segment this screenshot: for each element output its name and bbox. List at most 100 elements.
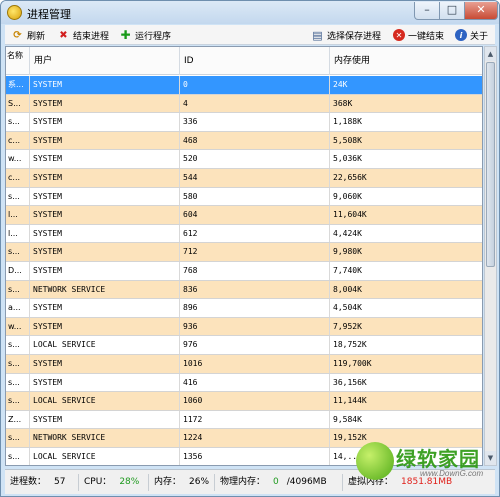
cell-memory: 11,144K: [333, 396, 367, 406]
cell-name: l...: [6, 206, 30, 224]
end-process-button[interactable]: ✖ 结束进程: [57, 27, 109, 43]
table-row[interactable]: s... SYSTEM 712 9,980K: [6, 243, 482, 262]
scroll-up-icon[interactable]: ▲: [485, 47, 496, 61]
column-header-name[interactable]: 名称: [6, 47, 30, 75]
app-icon: [7, 5, 22, 20]
refresh-label: 刷新: [27, 31, 46, 42]
vertical-scrollbar[interactable]: ▲ ▼: [484, 46, 497, 466]
cell-user: SYSTEM: [30, 76, 180, 94]
cell-user: SYSTEM: [30, 373, 180, 392]
table-row[interactable]: 系... SYSTEM 0 24K: [6, 76, 482, 95]
about-icon: i: [455, 29, 467, 41]
cell-user: NETWORK SERVICE: [30, 280, 180, 299]
cell-id: 1172: [180, 410, 330, 429]
table-row[interactable]: s... SYSTEM 1016 119,700K: [6, 354, 482, 374]
table-row[interactable]: s... LOCAL SERVICE 1060 11,144K: [6, 392, 482, 411]
cell-name: s...: [6, 187, 30, 206]
cell-id: 0: [180, 76, 330, 94]
cell-name: c...: [6, 168, 30, 187]
cell-id: 768: [180, 261, 330, 280]
cell-name: S...: [6, 94, 30, 113]
status-memory: 内存： 26%: [149, 474, 215, 491]
about-button[interactable]: i 关于: [455, 27, 488, 43]
cell-name: w...: [6, 150, 30, 168]
cell-user: SYSTEM: [30, 150, 180, 168]
table-row[interactable]: S... SYSTEM 4 368K: [6, 94, 482, 114]
cell-memory: 24K: [333, 80, 348, 89]
memory-value: 26%: [189, 477, 210, 487]
table-row[interactable]: s... SYSTEM 416 36,156K: [6, 373, 482, 393]
refresh-button[interactable]: ⟳ 刷新: [11, 27, 45, 43]
one-click-end-icon: ✕: [393, 29, 405, 41]
cell-memory: 9,980K: [333, 247, 362, 257]
column-header-id[interactable]: ID: [180, 47, 330, 75]
cell-memory: 119,700K: [333, 358, 372, 368]
cell-user: LOCAL SERVICE: [30, 392, 180, 410]
table-header: 名称 用户 ID 内存使用: [6, 47, 482, 75]
table-row[interactable]: Z... SYSTEM 1172 9,584K: [6, 410, 482, 430]
minimize-button[interactable]: –: [414, 2, 440, 20]
cell-id: 612: [180, 224, 330, 243]
end-process-label: 结束进程: [73, 31, 110, 42]
one-click-end-button[interactable]: ✕ 一键结束: [393, 27, 444, 43]
cell-memory: 8,004K: [333, 284, 362, 294]
cell-user: SYSTEM: [30, 168, 180, 187]
table-row[interactable]: s... NETWORK SERVICE 836 8,004K: [6, 280, 482, 300]
maximize-button[interactable]: □: [440, 2, 465, 20]
cell-user: SYSTEM: [30, 224, 180, 243]
table-row[interactable]: D... SYSTEM 768 7,740K: [6, 261, 482, 281]
table-row[interactable]: w... SYSTEM 520 5,036K: [6, 150, 482, 169]
cell-id: 1356: [180, 447, 330, 465]
table-row[interactable]: l... SYSTEM 604 11,604K: [6, 206, 482, 225]
cell-user: LOCAL SERVICE: [30, 447, 180, 465]
cell-memory: 5,036K: [333, 154, 362, 164]
table-row[interactable]: c... SYSTEM 468 5,508K: [6, 131, 482, 151]
table-row[interactable]: c... SYSTEM 544 22,656K: [6, 168, 482, 188]
process-manager-window: 进程管理 – □ ✕ ⟳ 刷新 ✖ 结束进程 ✚ 运行程序 ▤ 选择保存进程 ✕…: [0, 0, 500, 497]
column-header-user[interactable]: 用户: [30, 47, 180, 75]
table-row[interactable]: w... SYSTEM 936 7,952K: [6, 317, 482, 337]
cell-memory: 9,584K: [333, 414, 362, 424]
scroll-thumb[interactable]: [486, 62, 495, 267]
cell-name: s...: [6, 113, 30, 131]
cell-id: 416: [180, 373, 330, 392]
cell-user: SYSTEM: [30, 113, 180, 131]
cpu-value: 28%: [119, 477, 140, 487]
about-label: 关于: [470, 31, 489, 42]
status-process-count: 进程数： 57: [5, 474, 79, 491]
table-row[interactable]: l... SYSTEM 612 4,424K: [6, 224, 482, 244]
cell-memory: 4,504K: [333, 303, 362, 313]
table-row[interactable]: a... SYSTEM 896 4,504K: [6, 299, 482, 318]
close-button[interactable]: ✕: [465, 2, 498, 20]
cell-user: SYSTEM: [30, 261, 180, 280]
status-physical-memory: 物理内存： 0/4096MB: [215, 474, 343, 491]
cell-user: SYSTEM: [30, 206, 180, 224]
table-row[interactable]: s... LOCAL SERVICE 976 18,752K: [6, 336, 482, 355]
cell-id: 336: [180, 113, 330, 131]
physical-value: 0: [273, 477, 279, 487]
choose-save-button[interactable]: ▤ 选择保存进程: [311, 27, 381, 43]
cell-user: SYSTEM: [30, 354, 180, 373]
cell-name: 系...: [6, 76, 30, 94]
refresh-icon: ⟳: [13, 29, 22, 41]
window-title: 进程管理: [27, 8, 71, 21]
cell-memory: 22,656K: [333, 172, 367, 182]
column-header-memory[interactable]: 内存使用: [330, 47, 482, 75]
table-row[interactable]: s... SYSTEM 580 9,060K: [6, 187, 482, 207]
cell-id: 604: [180, 206, 330, 224]
cell-user: LOCAL SERVICE: [30, 336, 180, 354]
cell-id: 896: [180, 299, 330, 317]
table-row[interactable]: s... SYSTEM 336 1,188K: [6, 113, 482, 132]
save-icon: ▤: [312, 28, 323, 42]
process-table: 名称 用户 ID 内存使用 系... SYSTEM 0 24K S... SYSTEM 4 3…: [5, 46, 483, 466]
cell-name: w...: [6, 317, 30, 336]
memory-label: 内存：: [154, 477, 182, 487]
leaf-logo-icon: [356, 442, 394, 480]
cell-name: s...: [6, 243, 30, 261]
table-body: 系... SYSTEM 0 24K S... SYSTEM 4 368K s... SYSTEM 3…: [6, 76, 482, 465]
title-bar[interactable]: 进程管理 – □ ✕: [1, 1, 499, 24]
cell-memory: 7,740K: [333, 265, 362, 275]
cell-memory: 11,604K: [333, 210, 367, 220]
cell-user: SYSTEM: [30, 410, 180, 429]
run-program-button[interactable]: ✚ 运行程序: [119, 27, 171, 43]
